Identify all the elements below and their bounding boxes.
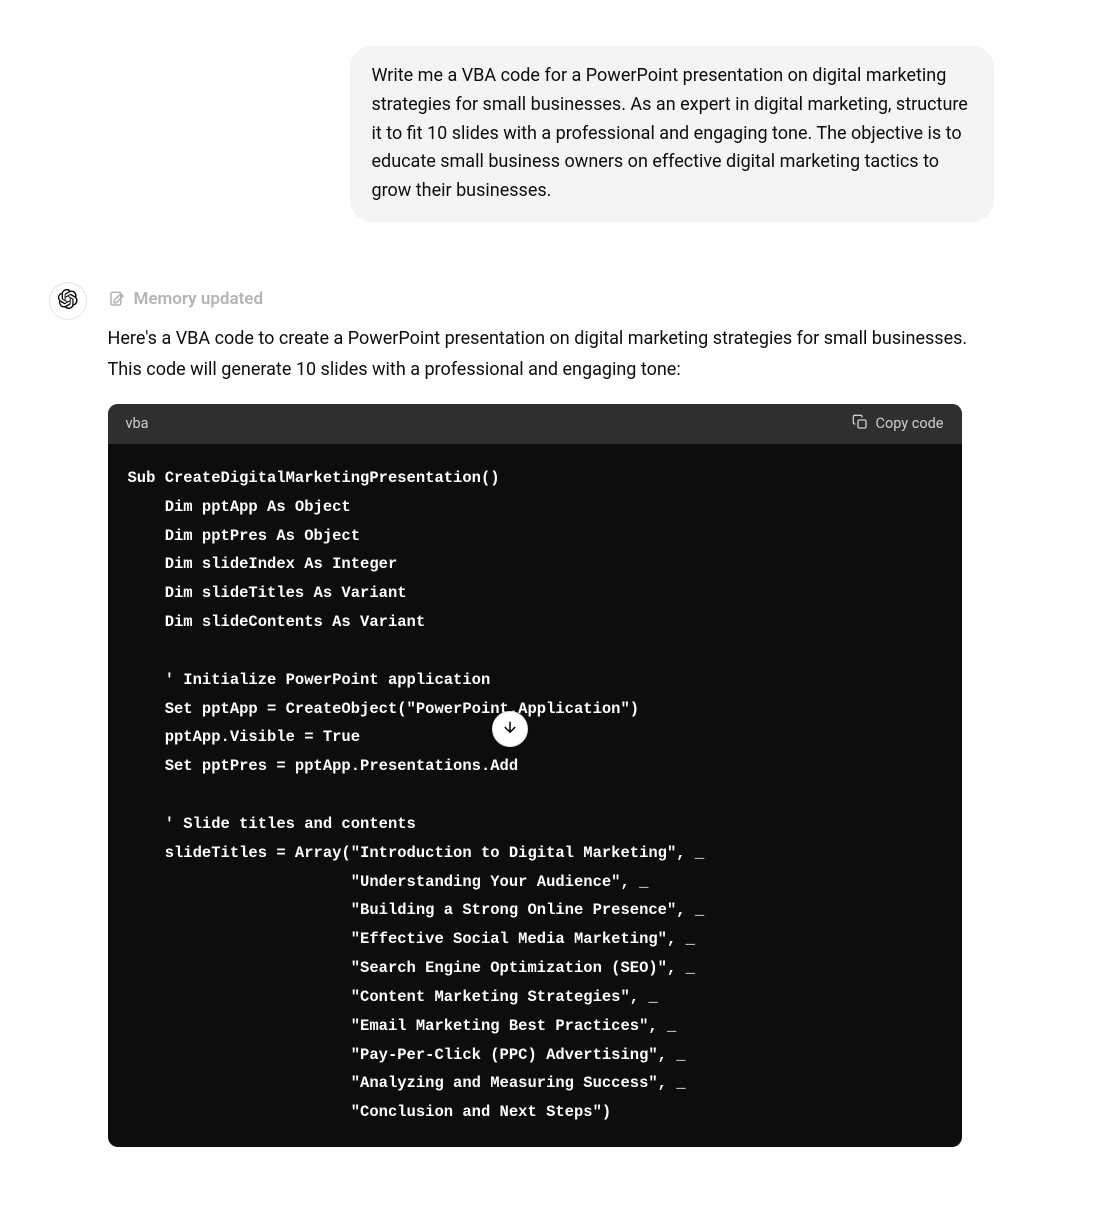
scroll-to-bottom-button[interactable] — [492, 711, 528, 747]
copy-icon — [852, 414, 868, 434]
user-message-bubble: Write me a VBA code for a PowerPoint pre… — [350, 46, 994, 222]
assistant-avatar-column — [48, 282, 88, 320]
openai-logo-icon — [58, 289, 78, 313]
code-header: vba Copy code — [108, 404, 962, 444]
assistant-intro-text: Here's a VBA code to create a PowerPoint… — [108, 323, 994, 386]
assistant-avatar — [49, 282, 87, 320]
code-language-label: vba — [126, 415, 149, 432]
memory-status-text: Memory updated — [134, 289, 264, 309]
memory-status-row[interactable]: Memory updated — [108, 289, 994, 309]
assistant-message-row: Memory updated Here's a VBA code to crea… — [120, 282, 994, 1147]
copy-code-button[interactable]: Copy code — [852, 414, 944, 434]
arrow-down-icon — [501, 718, 519, 740]
memory-updated-icon — [108, 290, 126, 308]
code-content: Sub CreateDigitalMarketingPresentation()… — [128, 469, 705, 1121]
user-message-text: Write me a VBA code for a PowerPoint pre… — [372, 65, 968, 201]
copy-code-label: Copy code — [876, 415, 944, 432]
code-block: vba Copy code Sub CreateDigitalMarketing… — [108, 404, 962, 1147]
user-message-row: Write me a VBA code for a PowerPoint pre… — [120, 46, 994, 222]
assistant-body: Memory updated Here's a VBA code to crea… — [108, 282, 994, 1147]
